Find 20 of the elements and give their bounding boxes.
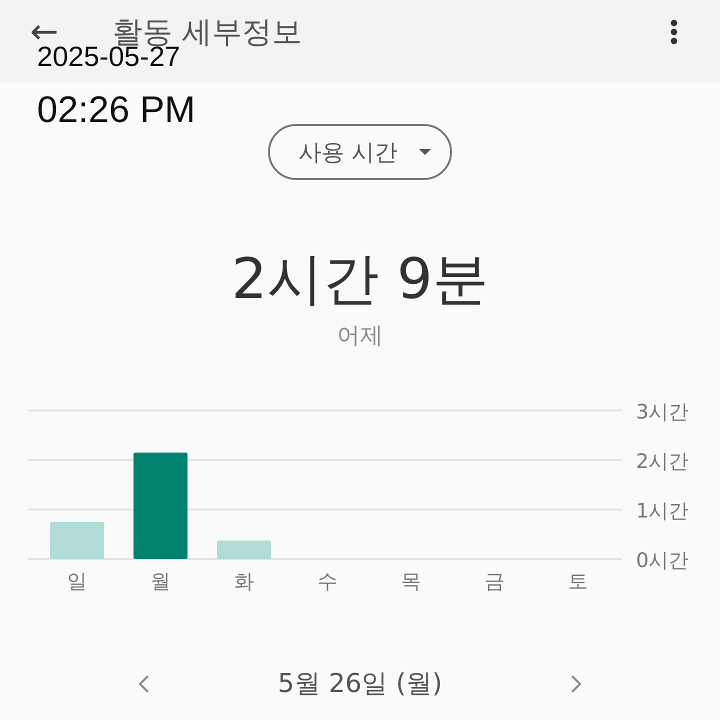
date-label: 5월 26일 (월) — [278, 668, 442, 701]
more-icon[interactable] — [670, 19, 678, 45]
axis-label: 2시간 — [636, 449, 689, 473]
day-label: 금 — [484, 569, 504, 593]
day-label: 토 — [568, 569, 588, 593]
day-label: 일 — [67, 569, 87, 593]
caret-icon — [418, 148, 432, 156]
day-label: 수 — [318, 569, 338, 593]
previous-icon[interactable] — [138, 674, 150, 694]
day-label: 월 — [150, 569, 170, 593]
axis-label: 3시간 — [636, 400, 689, 424]
metric-dropdown[interactable]: 사용 시간 — [268, 124, 452, 180]
timestamp-time: 02:26 PM — [37, 88, 196, 132]
next-icon[interactable] — [570, 674, 582, 694]
axis-label: 1시간 — [636, 498, 689, 522]
axis-label: 0시간 — [636, 548, 689, 572]
day-label: 목 — [401, 569, 421, 593]
period-label: 어제 — [336, 322, 384, 351]
usage-total: 2시간 9분 — [230, 248, 490, 312]
day-label: 화 — [234, 569, 254, 593]
